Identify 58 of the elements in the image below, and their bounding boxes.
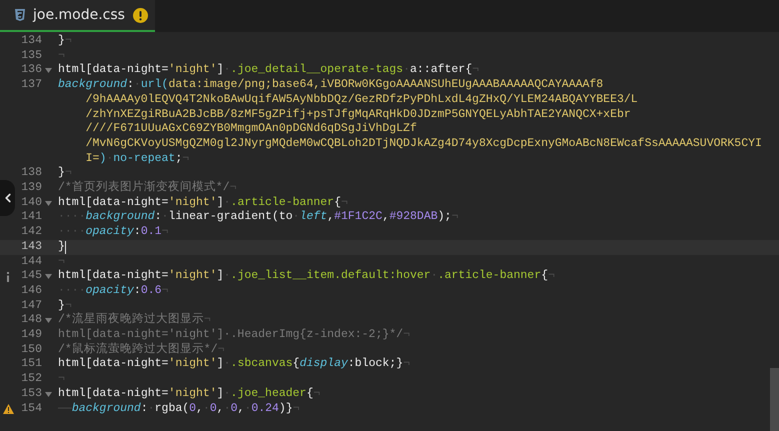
code-line: ¬	[58, 372, 65, 387]
code-line: html[data-night='night']·.joe_detail__operate-tags·a::after{¬	[58, 63, 480, 78]
code-line: }¬	[58, 166, 72, 182]
line-number: 140	[20, 196, 42, 210]
code-line: }¬	[58, 298, 72, 314]
code-line: /*鼠标流萤晚跨过大图显示*/¬	[58, 342, 225, 358]
line-number: 134	[20, 34, 42, 49]
collapse-panel-button[interactable]	[0, 180, 15, 216]
code-line: html[data-night='night']·.HeaderImg{z-index:-2;}*/¬	[58, 328, 410, 342]
line-number: 147	[20, 298, 42, 314]
line-number: 149	[20, 328, 42, 343]
code-line: ////F671UUuAGxC69ZYB0MmgmOAn0pDGNd6qDSgJiVhDgLZf	[84, 122, 417, 137]
code-line: /*首页列表图片渐变夜间模式*/¬	[58, 181, 237, 196]
code-line: I=)·no-repeat;¬	[84, 152, 190, 166]
line-number: 154	[20, 402, 42, 416]
line-number: 141	[20, 210, 42, 226]
code-line: ····opacity:0.6¬	[58, 284, 168, 299]
fold-arrow-icon[interactable]	[44, 274, 52, 280]
code-line: html[data-night='night']·.joe_header{¬	[58, 386, 320, 402]
code-line: ····background:·linear-gradient(to·left,#1F1C2C,#928DAB);¬	[58, 210, 458, 226]
code-line: /9hAAAAy0lEQVQ4T2NkoBAwUqifAW5AyNbbDQz/GezRDfzPyPDhLxdL4gZHxQ/YLEM24ABQAYYBEE3/L	[84, 92, 638, 108]
code-line: ¬	[58, 254, 65, 270]
line-number: 139	[20, 181, 42, 196]
line-number: 146	[20, 284, 42, 299]
code-line: ¬	[58, 48, 65, 64]
line-number: 144	[20, 254, 42, 270]
code-line: }	[58, 240, 66, 255]
fold-arrow-icon[interactable]	[44, 392, 52, 397]
code-line: html[data-night='night']·.joe_list__item.default:hover·.article-banner{¬	[58, 269, 555, 284]
code-line: html[data-night='night']·.article-banner{¬	[58, 196, 348, 210]
code-line: ····opacity:0.1¬	[58, 225, 168, 240]
code-line: html[data-night='night']·.sbcanvas{display:block;}¬	[58, 357, 410, 372]
code-line: /zhYnXEZgiRBuA2BJcBB/8zMF5gZPifj+psTJfgMqARqHkD0JDzmP5GNYQELyAbhTAE2YANQCX+xEbr	[84, 108, 631, 122]
line-number: 148	[20, 313, 42, 328]
line-number: 142	[20, 225, 42, 240]
code-line: /*流星雨夜晚跨过大图显示¬	[58, 313, 211, 328]
code-line: /MvN6gCKVoyUSMgQZM0gl2JNyrgMQdeM0wCQBLoh2DTjNQDJkAZg4D74y8XcgDcpExnyGMoABcN8EWcafSsAAAAASUVORK5CYI	[84, 136, 762, 152]
fold-arrow-icon[interactable]	[44, 200, 52, 206]
file-tab[interactable]: joe.mode.css	[0, 0, 155, 32]
line-number: 152	[20, 372, 42, 387]
line-number: 145	[20, 269, 42, 284]
scrollbar-thumb[interactable]	[770, 368, 779, 431]
code-line: ——background:·rgba(0,·0,·0,·0.24)}¬	[58, 402, 300, 416]
line-number: 136	[20, 63, 42, 78]
code-line: }¬	[58, 34, 72, 49]
line-number: 137	[20, 78, 42, 93]
fold-arrow-icon[interactable]	[44, 318, 52, 324]
css-file-icon	[15, 9, 25, 21]
info-icon	[6, 272, 10, 282]
line-number: 138	[20, 166, 42, 182]
line-number: 135	[20, 48, 42, 64]
line-number: 150	[20, 342, 42, 358]
fold-arrow-icon[interactable]	[44, 68, 52, 74]
warning-icon	[2, 404, 14, 414]
line-number: 143	[20, 240, 42, 255]
line-number: 151	[20, 357, 42, 372]
line-number: 153	[20, 386, 42, 402]
code-line: background:·url(data:image/png;base64,iVBORw0KGgoAAAANSUhEUgAAABAAAAAQCAYAAAAf8	[58, 78, 604, 93]
